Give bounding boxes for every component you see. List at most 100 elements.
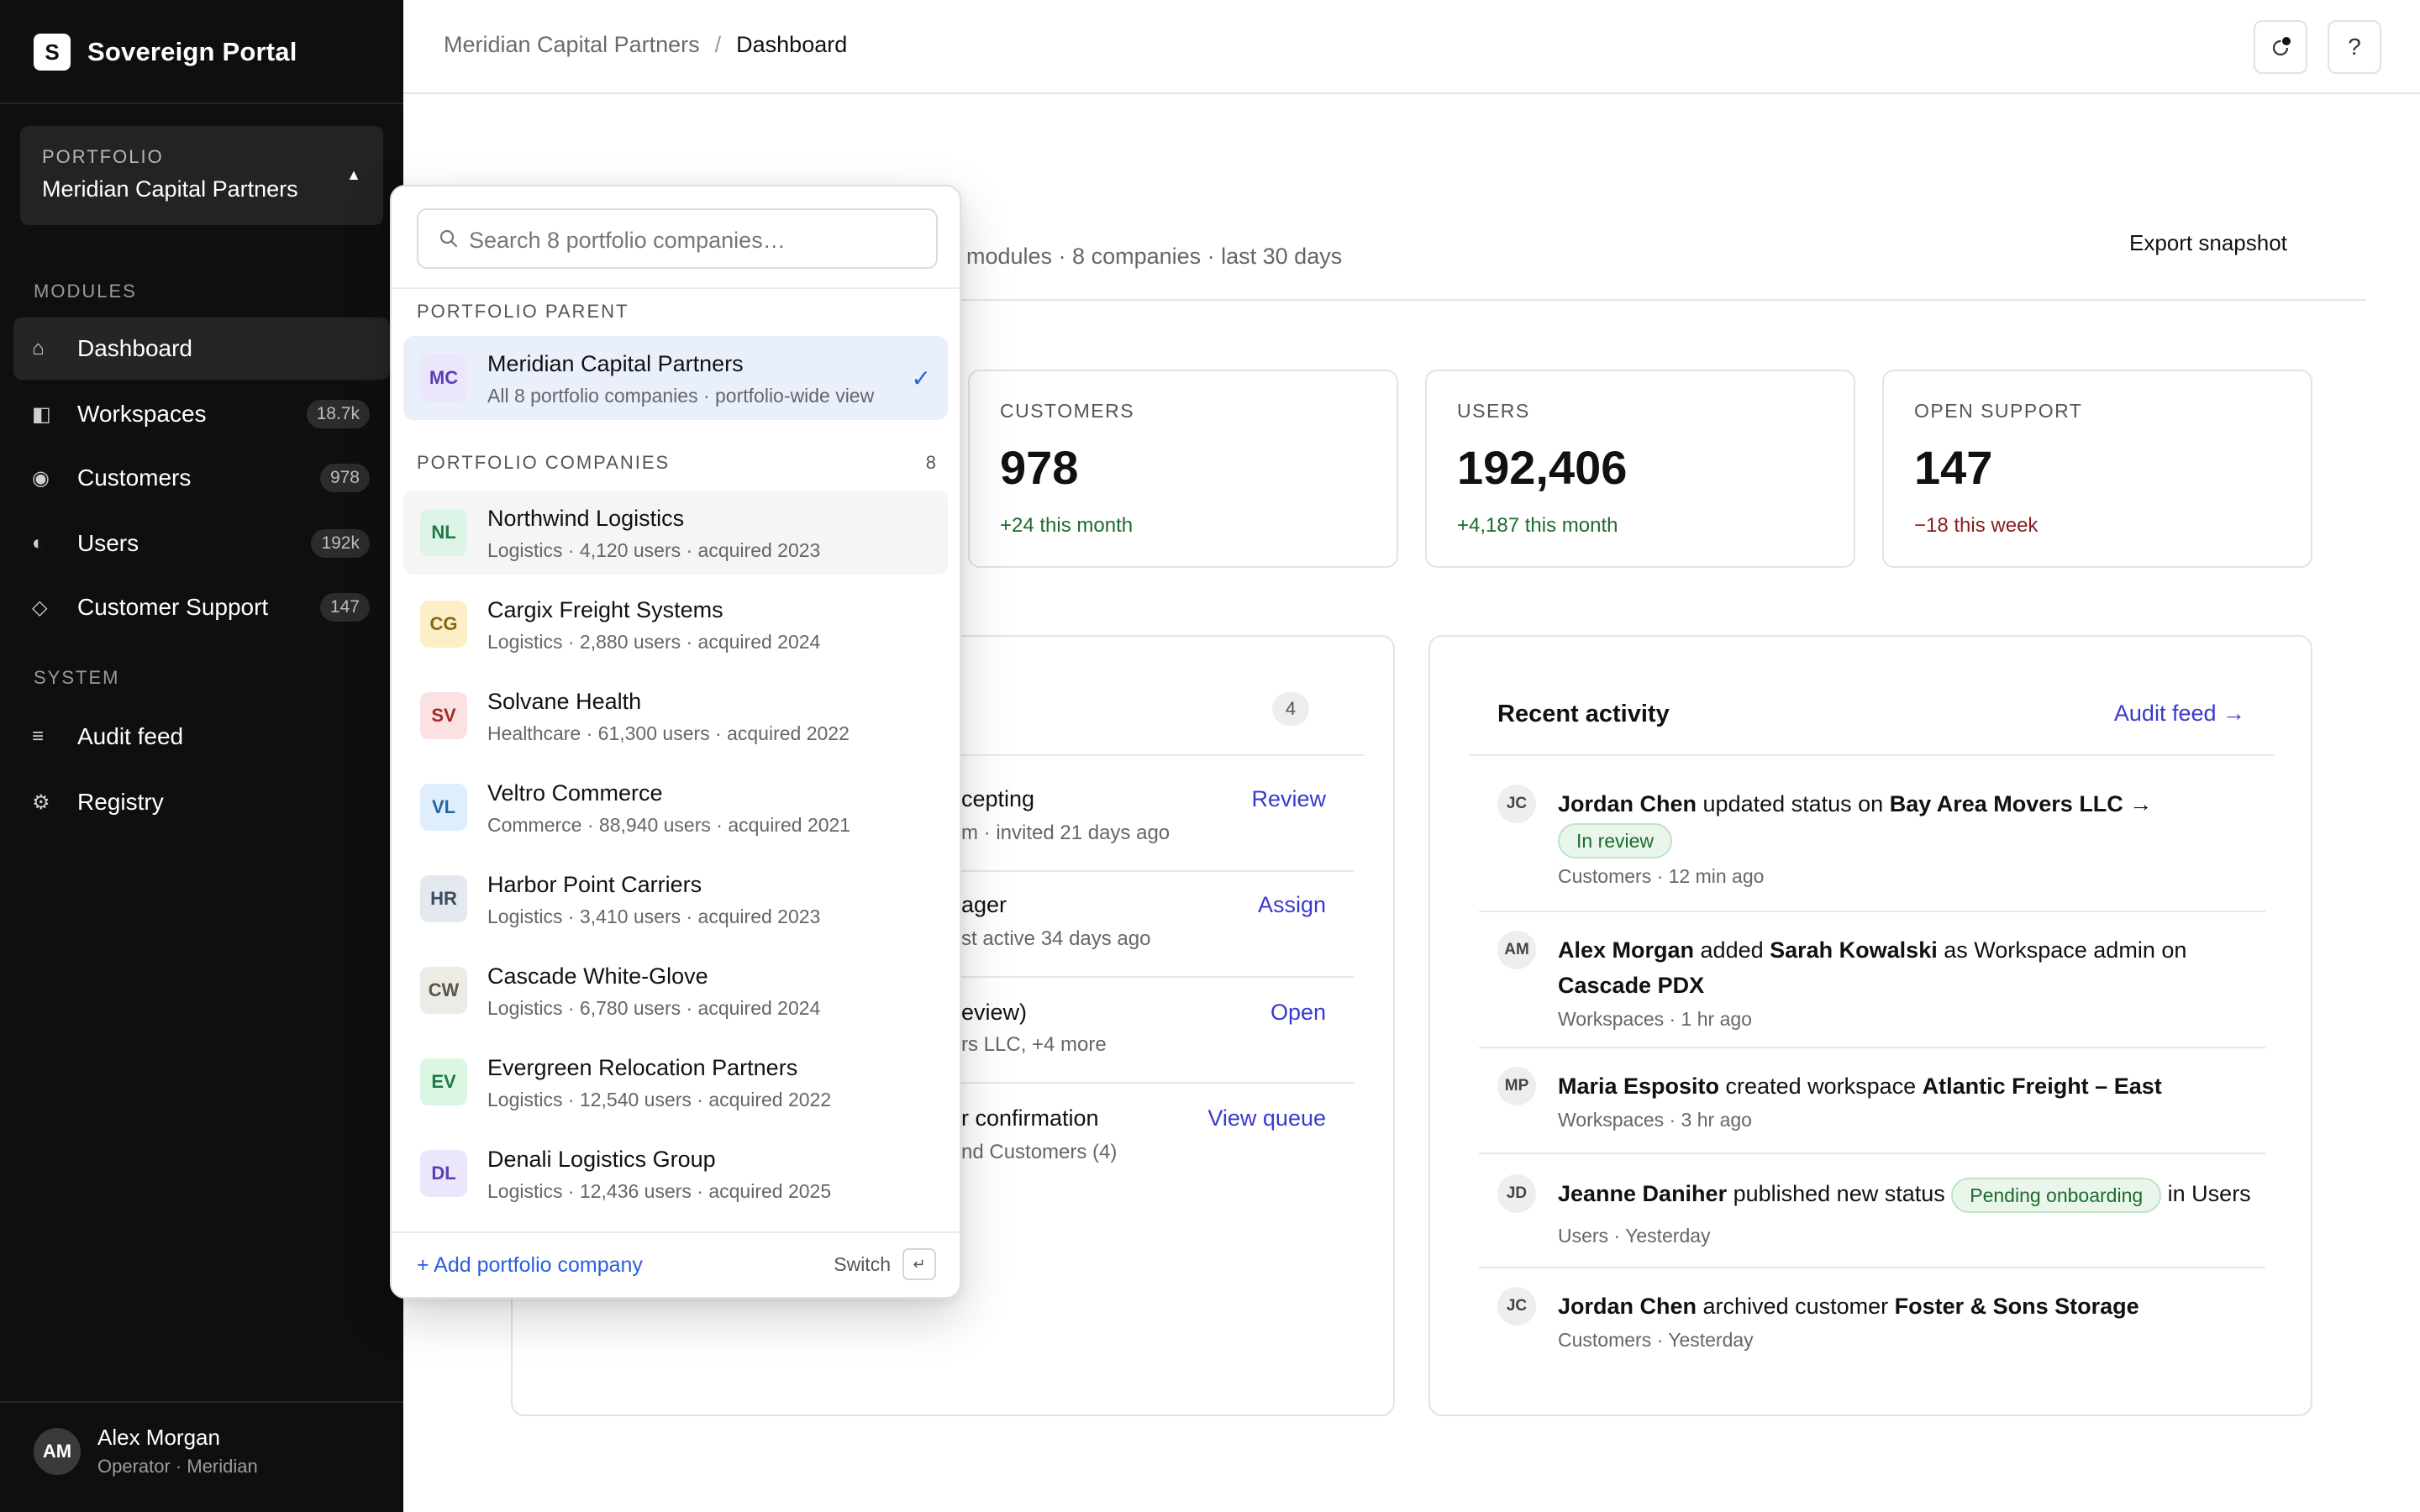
task-view-queue-button[interactable]: View queue [1207,1105,1326,1131]
dropdown-option-company[interactable]: NL Northwind Logistics Logistics · 4,120… [403,491,948,575]
task-review-button[interactable]: Review [1251,786,1326,812]
sidebar-divider [0,1401,403,1403]
stat-card-customers[interactable]: CUSTOMERS 978 +24 this month [968,370,1398,568]
option-name: Cargix Freight Systems [487,597,723,622]
sidebar-item-label: Workspaces [77,401,207,427]
activity-object[interactable]: Foster & Sons Storage [1895,1294,2139,1319]
status-badge: Pending onboarding [1951,1177,2162,1213]
gear-icon: ⚙ [32,790,50,814]
portfolio-dropdown: PORTFOLIO PARENT MC Meridian Capital Par… [390,185,961,1299]
dropdown-option-company[interactable]: CG Cargix Freight Systems Logistics · 2,… [403,582,948,666]
option-name: Harbor Point Carriers [487,872,702,897]
option-name: Meridian Capital Partners [487,351,744,376]
audit-feed-link[interactable]: Audit feed → [2114,701,2245,727]
activity-object[interactable]: Atlantic Freight – East [1923,1074,2162,1099]
company-logo: EV [420,1058,467,1105]
sidebar-item-workspaces[interactable]: ◧ Workspaces 18.7k [13,383,390,445]
sidebar-item-registry[interactable]: ⚙ Registry [13,771,390,833]
activity-object[interactable]: Bay Area Movers LLC → [1890,791,2153,816]
sidebar-item-customers[interactable]: ◉ Customers 978 [13,447,390,509]
portfolio-switcher-value: Meridian Capital Partners [42,176,298,202]
activity-object[interactable]: Cascade PDX [1558,973,1704,998]
company-logo: DL [420,1150,467,1197]
sidebar-item-users[interactable]: ◐ Users 192k [13,512,390,575]
brand-logo: S [34,34,71,71]
status-badge: In review [1558,822,1673,858]
caret-up-icon: ▲ [346,166,361,183]
dropdown-option-company[interactable]: SV Solvane Health Healthcare · 61,300 us… [403,674,948,758]
search-icon [439,229,458,248]
system-section-title: SYSTEM [34,667,120,688]
count-badge: 192k [311,529,370,558]
recent-activity-card: Recent activity Audit feed → JC Jordan C… [1428,635,2312,1416]
option-name: Veltro Commerce [487,780,663,806]
sidebar-item-customer-support[interactable]: ◇ Customer Support 147 [13,576,390,638]
option-meta: Logistics · 4,120 users · acquired 2023 [487,539,821,561]
company-logo: HR [420,875,467,922]
option-name: Northwind Logistics [487,506,685,531]
home-icon: ⌂ [32,337,45,360]
help-button[interactable]: ? [2328,20,2381,74]
portfolio-switcher[interactable]: PORTFOLIO Meridian Capital Partners ▲ [20,126,383,225]
dropdown-option-company[interactable]: DL Denali Logistics Group Logistics · 12… [403,1131,948,1215]
modules-section-title: MODULES [34,281,137,302]
add-portfolio-company-button[interactable]: + Add portfolio company [417,1253,643,1278]
notifications-button[interactable] [2254,20,2307,74]
company-logo: MC [420,354,467,402]
brand-name: Sovereign Portal [87,37,297,66]
sidebar-item-audit-feed[interactable]: ≡ Audit feed [13,706,390,768]
count-badge: 147 [319,593,370,622]
stat-value: 978 [1000,441,1079,494]
task-open-button[interactable]: Open [1270,1000,1326,1026]
top-bar: Meridian Capital Partners / Dashboard ? [403,0,2420,94]
brand[interactable]: S Sovereign Portal [34,34,297,71]
dropdown-option-company[interactable]: EV Evergreen Relocation Partners Logisti… [403,1040,948,1124]
sidebar-item-label: Customer Support [77,594,269,620]
option-meta: Logistics · 12,436 users · acquired 2025 [487,1180,832,1202]
activity-verb: published new status [1727,1181,1952,1206]
search-input[interactable] [469,222,923,259]
activity-verb: as Workspace admin on [1937,937,2187,963]
export-snapshot-button[interactable]: Export snapshot [2129,230,2287,256]
enter-key-icon: ↵ [902,1248,936,1280]
activity-meta: Workspaces · 1 hr ago [1558,1008,1752,1030]
task-title: r confirmation [961,1105,1099,1131]
company-logo: SV [420,692,467,739]
stat-caption: CUSTOMERS [1000,400,1135,422]
stat-delta: +24 this month [1000,514,1134,537]
card-divider [1479,1267,2265,1268]
option-meta: Commerce · 88,940 users · acquired 2021 [487,814,851,836]
sidebar-item-label: Registry [77,789,164,815]
sidebar-item-label: Users [77,530,139,556]
dropdown-option-parent[interactable]: MC Meridian Capital Partners All 8 portf… [403,336,948,420]
stat-card-open-support[interactable]: OPEN SUPPORT 147 −18 this week [1882,370,2312,568]
page-subtitle: modules · 8 companies · last 30 days [966,244,1343,269]
activity-actor: Jeanne Daniher [1558,1181,1728,1206]
dropdown-option-company[interactable]: VL Veltro Commerce Commerce · 88,940 use… [403,765,948,849]
option-name: Evergreen Relocation Partners [487,1055,798,1080]
task-title: cepting [961,786,1035,811]
dropdown-option-company[interactable]: HR Harbor Point Carriers Logistics · 3,4… [403,857,948,941]
task-assign-button[interactable]: Assign [1258,892,1326,918]
dropdown-option-company[interactable]: CW Cascade White-Glove Logistics · 6,780… [403,948,948,1032]
activity-object[interactable]: Sarah Kowalski [1770,937,1938,963]
task-meta: rs LLC, +4 more [961,1033,1107,1056]
current-user[interactable]: AM Alex Morgan Operator · Meridian [34,1425,258,1478]
portfolio-parent-heading: PORTFOLIO PARENT [417,301,629,322]
sidebar-item-label: Customers [77,465,192,491]
switch-hint: Switch [834,1253,891,1275]
breadcrumb-portfolio[interactable]: Meridian Capital Partners [444,32,700,58]
activity-meta: Customers · Yesterday [1558,1329,1754,1351]
company-logo: CW [420,967,467,1014]
card-divider [1479,911,2265,912]
users-icon: ◐ [32,532,45,554]
stat-card-users[interactable]: USERS 192,406 +4,187 this month [1425,370,1855,568]
company-logo: VL [420,784,467,831]
task-title: eview) [961,1000,1028,1025]
portfolio-search[interactable] [417,208,938,269]
card-divider [1479,1047,2265,1048]
count-badge: 978 [319,464,370,492]
support-icon: ◇ [32,596,48,619]
user-name: Alex Morgan [97,1425,220,1450]
sidebar-item-dashboard[interactable]: ⌂ Dashboard [13,318,390,380]
